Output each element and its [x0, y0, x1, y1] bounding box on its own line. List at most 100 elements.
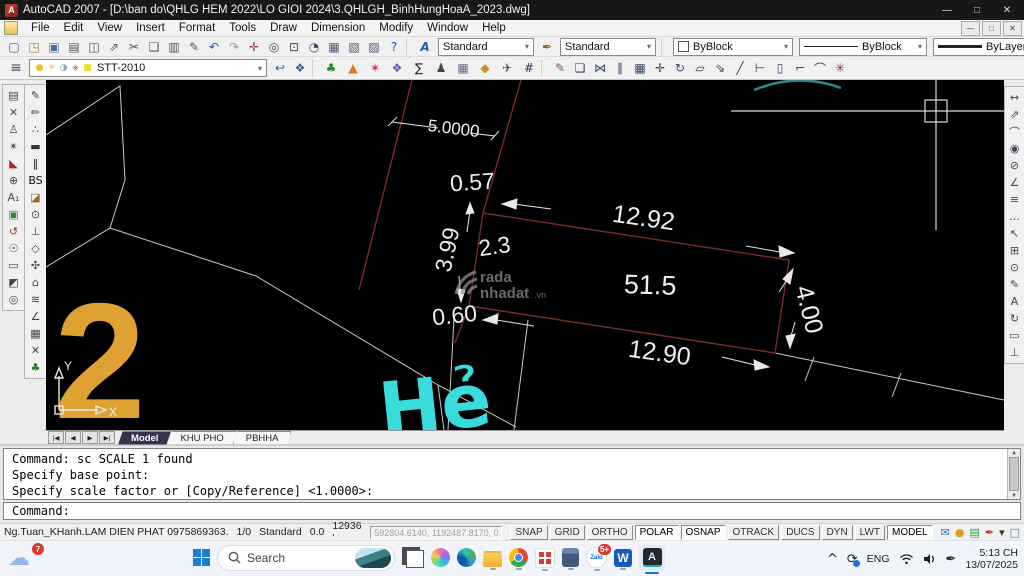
- express-sum-icon[interactable]: ∑: [409, 60, 429, 76]
- menu-tools[interactable]: Tools: [222, 21, 263, 35]
- start-button[interactable]: [193, 549, 210, 569]
- toggle-ortho[interactable]: ORTHO: [587, 525, 633, 540]
- dim-text-edit-icon[interactable]: A: [1006, 293, 1024, 310]
- express-grid-icon[interactable]: ▦: [453, 60, 473, 76]
- ink-pen-icon[interactable]: ✒: [985, 526, 994, 539]
- toggle-osnap[interactable]: OSNAP: [681, 525, 726, 540]
- express-box-icon[interactable]: ❖: [387, 60, 407, 76]
- dim-style-combo[interactable]: Standard ▾: [560, 38, 656, 56]
- menu-draw[interactable]: Draw: [263, 21, 304, 35]
- paste-icon[interactable]: ▥: [164, 39, 184, 55]
- drawing-canvas[interactable]: 5.0000 0.57 3.99 2.3 12.92 51.5 0.60 12.…: [46, 80, 1004, 430]
- menu-insert[interactable]: Insert: [129, 21, 172, 35]
- dim-aligned-icon[interactable]: ⇗: [1006, 106, 1024, 123]
- dim-quick-icon[interactable]: ≡: [1006, 191, 1024, 208]
- copy-clip-icon[interactable]: ❏: [144, 39, 164, 55]
- express-hatch-icon[interactable]: #: [519, 60, 539, 76]
- copy-object-icon[interactable]: ❏: [570, 60, 590, 76]
- dim-center-mark-icon[interactable]: ⊙: [1006, 259, 1024, 276]
- new-file-icon[interactable]: ▢: [4, 39, 24, 55]
- coordinates-readout[interactable]: 592804.6140, 1192487.8170, 0.0000: [370, 526, 502, 539]
- scale-icon[interactable]: ▱: [690, 60, 710, 76]
- menu-dimension[interactable]: Dimension: [304, 21, 372, 35]
- layer-color-chip-icon[interactable]: ■: [82, 63, 93, 73]
- tab-khu-pho[interactable]: KHU PHO: [167, 431, 236, 445]
- array-icon[interactable]: ▦: [630, 60, 650, 76]
- zoom-window-icon[interactable]: ⊡: [284, 39, 304, 55]
- chamfer-icon[interactable]: ⌐: [790, 60, 810, 76]
- offset-icon[interactable]: ∥: [610, 60, 630, 76]
- maximize-button[interactable]: □: [962, 0, 992, 20]
- refresh-red-icon[interactable]: ↺: [5, 223, 23, 240]
- pencil-edit-icon[interactable]: ✏: [27, 104, 45, 121]
- help-icon[interactable]: ?: [384, 39, 404, 55]
- express-tree-icon[interactable]: ♣: [321, 60, 341, 76]
- xo-tool-icon[interactable]: ✕: [5, 104, 23, 121]
- tab-pbhha[interactable]: PBHHA: [233, 431, 292, 445]
- grid-app-button[interactable]: [535, 548, 555, 571]
- command-input[interactable]: Command:: [3, 502, 1021, 520]
- dim-style-icon[interactable]: ⊥: [1006, 344, 1024, 361]
- volume-icon[interactable]: [923, 553, 937, 565]
- calculator-button[interactable]: [562, 548, 579, 570]
- redo-icon[interactable]: ↷: [224, 39, 244, 55]
- black-bar-icon[interactable]: ▬: [27, 138, 45, 155]
- edge-button[interactable]: [457, 548, 476, 570]
- explode-icon[interactable]: ✳: [830, 60, 850, 76]
- photo-frame-icon[interactable]: ▭: [5, 257, 23, 274]
- rotate-icon[interactable]: ↻: [670, 60, 690, 76]
- compass-icon[interactable]: ⊕: [5, 172, 23, 189]
- zoom-previous-icon[interactable]: ◔: [304, 39, 324, 55]
- plot-icon[interactable]: ▤: [64, 39, 84, 55]
- columns-icon[interactable]: ‖: [27, 155, 45, 172]
- tab-nav-button[interactable]: |◀: [48, 431, 64, 444]
- word-button[interactable]: W: [614, 549, 632, 570]
- slide-icon[interactable]: ◩: [5, 274, 23, 291]
- express-align-icon[interactable]: ✈: [497, 60, 517, 76]
- erase-icon[interactable]: ✎: [550, 60, 570, 76]
- wedge-icon[interactable]: ◣: [5, 155, 23, 172]
- designcenter-icon[interactable]: ▧: [344, 39, 364, 55]
- scroll-up-icon[interactable]: ▲: [1012, 449, 1016, 456]
- task-view-button[interactable]: [402, 547, 424, 571]
- fillet-icon[interactable]: ⌒: [810, 60, 830, 76]
- pencil-icon[interactable]: ✎: [27, 87, 45, 104]
- toggle-dyn[interactable]: DYN: [822, 525, 853, 540]
- doc-minimize-button[interactable]: —: [961, 21, 980, 36]
- menu-modify[interactable]: Modify: [372, 21, 420, 35]
- angle-icon[interactable]: ∠: [27, 308, 45, 325]
- toggle-snap[interactable]: SNAP: [510, 525, 547, 540]
- tab-model[interactable]: Model: [118, 431, 171, 445]
- search-box[interactable]: Search: [217, 545, 395, 574]
- language-indicator[interactable]: ENG: [867, 553, 890, 565]
- minimize-button[interactable]: —: [932, 0, 962, 20]
- close-button[interactable]: ✕: [992, 0, 1022, 20]
- tool-palettes-icon[interactable]: ▨: [364, 39, 384, 55]
- toggle-polar[interactable]: POLAR: [635, 525, 679, 540]
- zalo-button[interactable]: Zalo5+: [586, 547, 607, 571]
- bs-label-icon[interactable]: BS: [27, 172, 45, 189]
- tab-nav-button[interactable]: ◀: [65, 431, 81, 444]
- command-history[interactable]: Command: sc SCALE 1 foundSpecify base po…: [3, 448, 1021, 500]
- document-icon[interactable]: [4, 21, 18, 35]
- weather-widget[interactable]: ☁ 7: [8, 545, 42, 573]
- lock-icon[interactable]: ●: [955, 526, 965, 539]
- zoom-region-icon[interactable]: ◎: [5, 291, 23, 308]
- survey-figure-icon[interactable]: ♙: [5, 121, 23, 138]
- publish-icon[interactable]: ⇗: [104, 39, 124, 55]
- text-style-combo[interactable]: Standard ▾: [438, 38, 534, 56]
- save-icon[interactable]: ▣: [44, 39, 64, 55]
- layer-on-bulb-icon[interactable]: ●: [34, 63, 45, 73]
- clock[interactable]: 5:13 CH 13/07/2025: [965, 547, 1018, 571]
- properties-icon[interactable]: ▦: [324, 39, 344, 55]
- tray-arrow-icon[interactable]: ▾: [999, 526, 1005, 539]
- stairs-icon[interactable]: ≋: [27, 291, 45, 308]
- file-explorer-button[interactable]: [483, 549, 502, 570]
- sheet-set-icon[interactable]: ▤: [5, 87, 23, 104]
- cut-icon[interactable]: ✂: [124, 39, 144, 55]
- zoom-realtime-icon[interactable]: ◎: [264, 39, 284, 55]
- menu-file[interactable]: File: [24, 21, 57, 35]
- plant-icon[interactable]: ♣: [27, 359, 45, 376]
- layer-thaw-sun-icon[interactable]: ☀: [46, 63, 57, 73]
- wifi-icon[interactable]: [899, 553, 914, 565]
